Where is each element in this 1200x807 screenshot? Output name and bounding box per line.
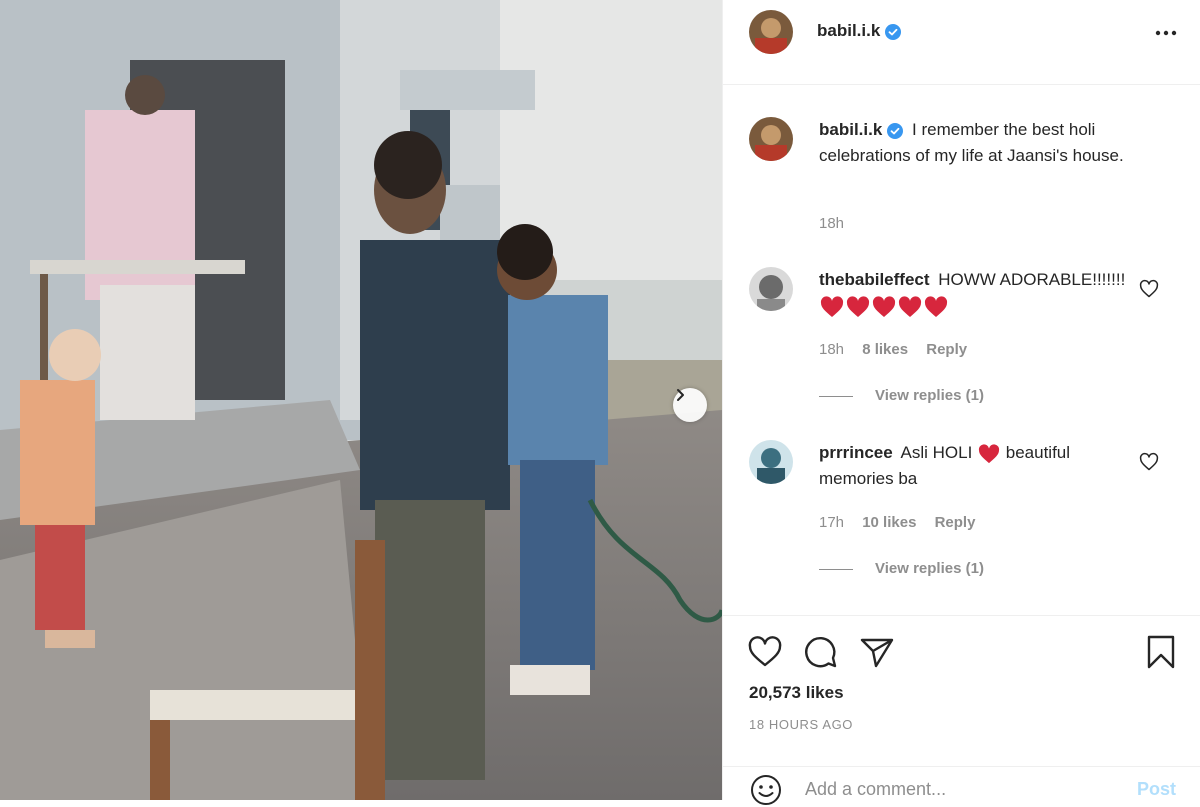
view-replies-label[interactable]: View replies (1) xyxy=(875,560,984,577)
red-heart-emoji xyxy=(924,295,948,317)
comment-like-heart-icon[interactable] xyxy=(1139,279,1159,299)
avatar-image xyxy=(749,267,793,311)
red-heart-emoji xyxy=(846,295,870,317)
avatar[interactable] xyxy=(749,117,793,161)
post-actions: 20,573 likes 18 HOURS AGO xyxy=(723,615,1200,766)
comment-like-heart-icon[interactable] xyxy=(1139,452,1159,472)
comment-username[interactable]: thebabileffect xyxy=(819,270,930,289)
divider-dash xyxy=(819,568,853,570)
comment-meta: 18h 8 likes Reply xyxy=(819,341,981,358)
caption-username-text[interactable]: babil.i.k xyxy=(819,120,882,139)
add-comment-bar: Add a comment... Post xyxy=(723,766,1200,805)
post-header: babil.i.k xyxy=(723,0,1200,85)
comment-text: thebabileffect HOWW ADORABLE!!!!!!! xyxy=(819,267,1149,319)
chevron-right-icon xyxy=(677,389,684,401)
comment-timestamp: 17h xyxy=(819,514,845,531)
comment-body-part1: Asli HOLI xyxy=(900,443,973,462)
post-photo[interactable] xyxy=(0,0,722,800)
reply-button[interactable]: Reply xyxy=(926,341,967,358)
red-heart-emoji xyxy=(898,295,922,317)
red-heart-emoji xyxy=(978,443,1000,463)
heart-emojis xyxy=(819,295,949,317)
heart-icon[interactable] xyxy=(747,634,783,670)
verified-badge-icon xyxy=(887,122,904,139)
view-replies-button[interactable]: View replies (1) xyxy=(819,387,984,404)
comment-username[interactable]: prrrincee xyxy=(819,443,893,462)
comment-icon[interactable] xyxy=(803,634,839,670)
view-replies-label[interactable]: View replies (1) xyxy=(875,387,984,404)
post-side-panel: babil.i.k babil.i.k I remember the best … xyxy=(722,0,1200,805)
caption-timestamp: 18h xyxy=(819,215,845,232)
caption-text: babil.i.k I remember the best holi celeb… xyxy=(819,117,1149,169)
comment-body: HOWW ADORABLE!!!!!!! xyxy=(938,270,1126,289)
avatar[interactable] xyxy=(749,10,793,54)
bookmark-icon[interactable] xyxy=(1143,634,1179,670)
more-options-icon[interactable] xyxy=(1153,20,1179,46)
post-timestamp[interactable]: 18 HOURS AGO xyxy=(749,717,853,732)
avatar-image xyxy=(749,117,793,161)
emoji-icon[interactable] xyxy=(749,773,783,807)
avatar[interactable] xyxy=(749,440,793,484)
reply-button[interactable]: Reply xyxy=(935,514,976,531)
comment-likes[interactable]: 10 likes xyxy=(862,514,916,531)
view-replies-button[interactable]: View replies (1) xyxy=(819,560,984,577)
comment-meta: 17h 10 likes Reply xyxy=(819,514,989,531)
caption-meta: 18h xyxy=(819,215,858,232)
photo-illustration xyxy=(0,0,722,800)
header-username[interactable]: babil.i.k xyxy=(817,21,902,41)
divider-dash xyxy=(819,395,853,397)
avatar[interactable] xyxy=(749,267,793,311)
comment-input[interactable]: Add a comment... xyxy=(805,779,946,800)
next-photo-button[interactable] xyxy=(673,388,707,422)
red-heart-emoji xyxy=(820,295,844,317)
comment-text: prrrincee Asli HOLI beautiful memories b… xyxy=(819,440,1149,492)
share-icon[interactable] xyxy=(859,634,895,670)
caption-username[interactable]: babil.i.k xyxy=(819,120,904,139)
avatar-image xyxy=(749,10,793,54)
likes-count[interactable]: 20,573 likes xyxy=(749,683,844,703)
avatar-image xyxy=(749,440,793,484)
comments-list[interactable]: babil.i.k I remember the best holi celeb… xyxy=(723,85,1200,615)
red-heart-emoji xyxy=(872,295,896,317)
comment-likes[interactable]: 8 likes xyxy=(862,341,908,358)
verified-badge-icon xyxy=(885,23,902,40)
header-username-text[interactable]: babil.i.k xyxy=(817,21,880,40)
comment-timestamp: 18h xyxy=(819,341,845,358)
post-comment-button[interactable]: Post xyxy=(1137,779,1176,800)
